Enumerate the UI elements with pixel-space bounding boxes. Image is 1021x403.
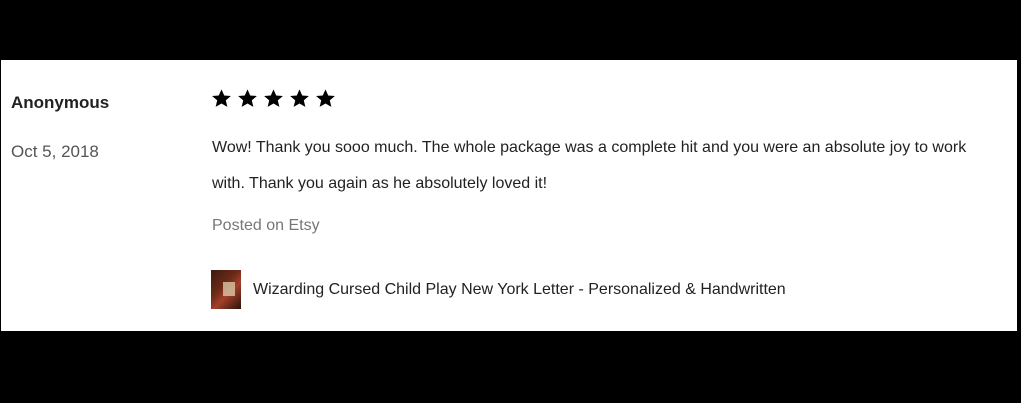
listing-link[interactable]: Wizarding Cursed Child Play New York Let… bbox=[211, 270, 786, 309]
review-card: Anonymous Oct 5, 2018 Wow! Thank you soo… bbox=[1, 60, 1017, 331]
top-letterbox-bar bbox=[0, 0, 1021, 60]
reviewer-name: Anonymous bbox=[11, 93, 110, 112]
listing-thumbnail[interactable] bbox=[211, 270, 241, 309]
star-icon bbox=[263, 88, 284, 109]
bottom-letterbox-bar bbox=[0, 331, 1021, 403]
review-date: Oct 5, 2018 bbox=[11, 142, 99, 161]
star-icon bbox=[289, 88, 310, 109]
star-rating bbox=[211, 88, 336, 109]
star-icon bbox=[211, 88, 232, 109]
review-source: Posted on Etsy bbox=[212, 217, 320, 234]
star-icon bbox=[315, 88, 336, 109]
star-icon bbox=[237, 88, 258, 109]
review-text: Wow! Thank you sooo much. The whole pack… bbox=[212, 139, 967, 192]
listing-title[interactable]: Wizarding Cursed Child Play New York Let… bbox=[253, 281, 786, 299]
